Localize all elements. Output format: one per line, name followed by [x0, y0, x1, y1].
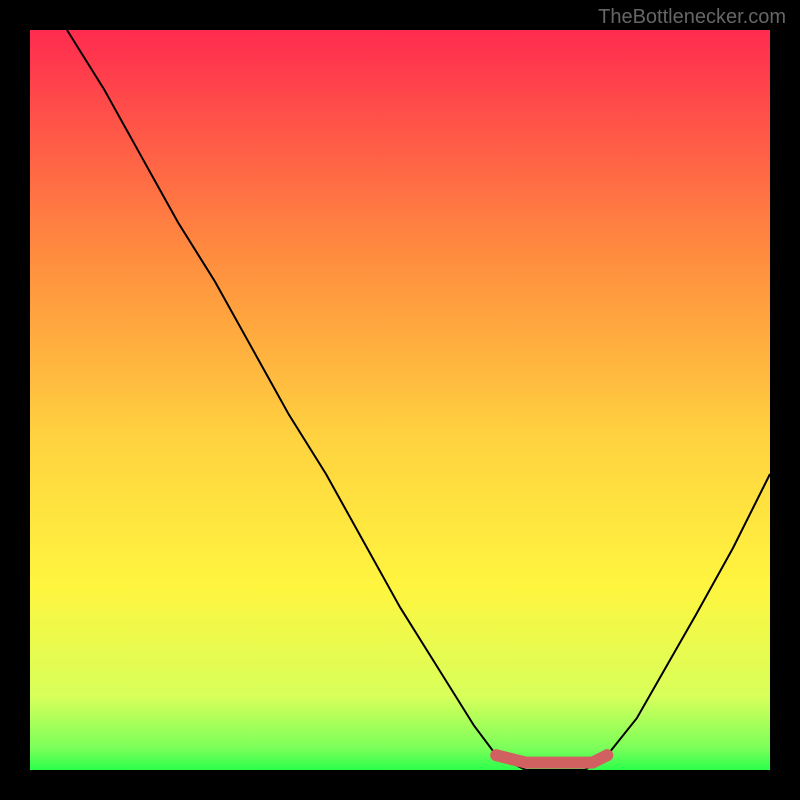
watermark-text: TheBottlenecker.com: [598, 6, 786, 29]
chart-area: [30, 30, 770, 770]
chart-svg: [30, 30, 770, 770]
highlight-end-marker: [601, 749, 613, 761]
gradient-background: [30, 30, 770, 770]
